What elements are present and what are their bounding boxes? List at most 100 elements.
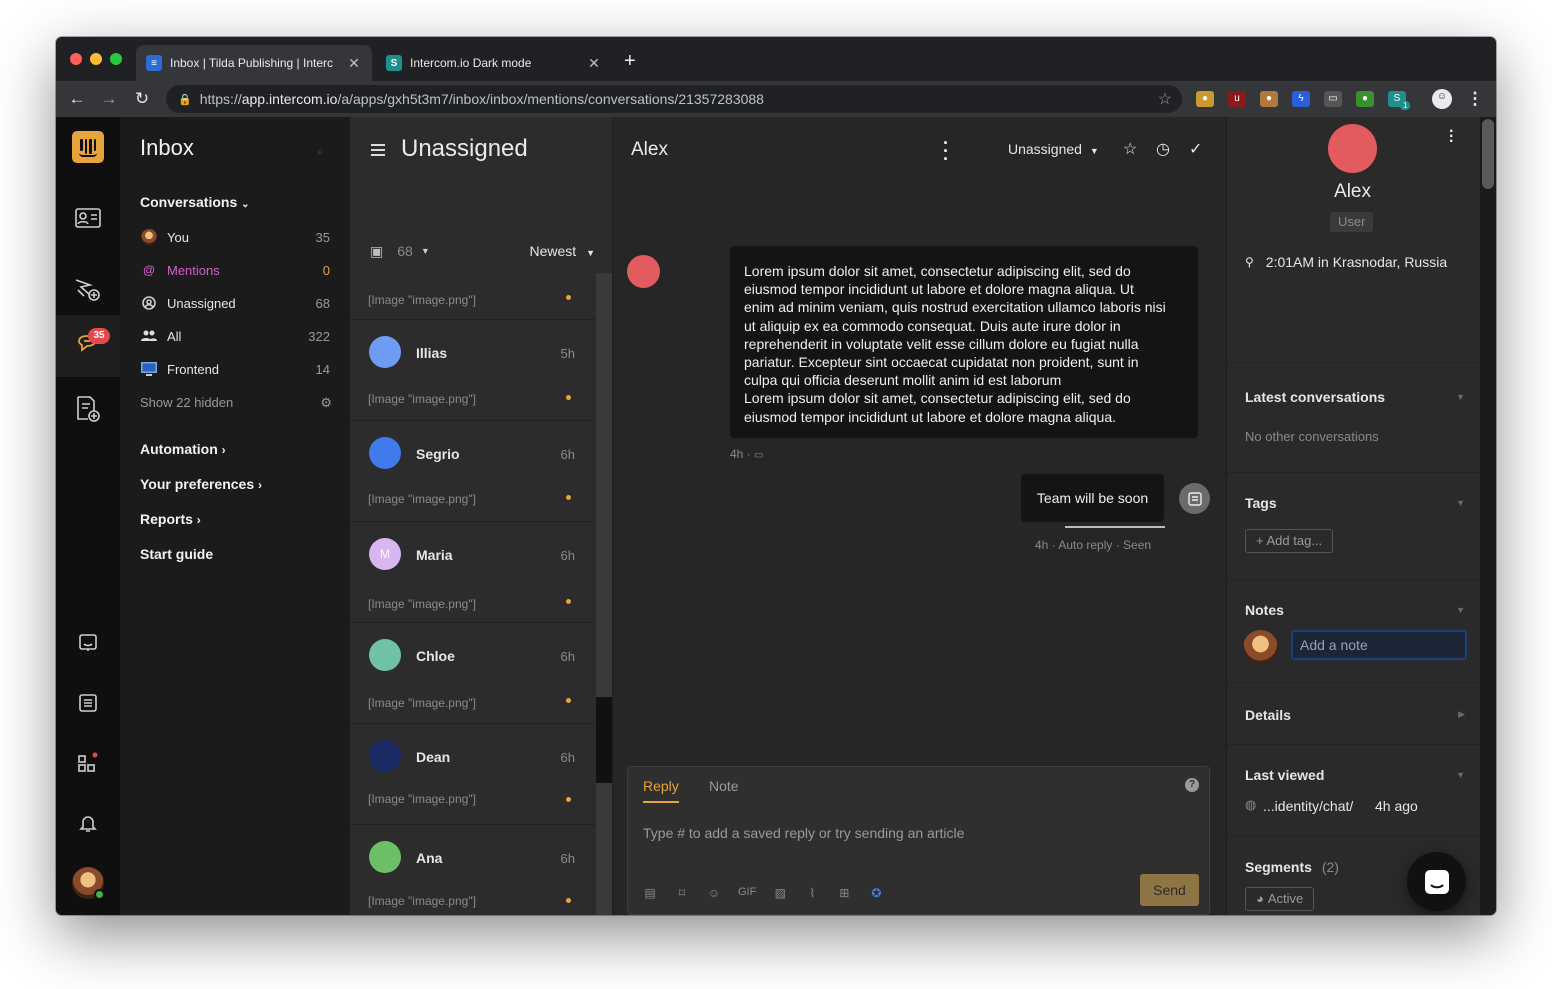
tab-title: Inbox | Tilda Publishing | Interc xyxy=(170,56,333,70)
latest-conversations-section: Latest conversations ▼ No other conversa… xyxy=(1227,362,1481,472)
chevron-right-icon: › xyxy=(196,513,201,527)
ublock-icon[interactable]: u xyxy=(1228,91,1246,107)
avatar xyxy=(369,437,401,469)
chevron-down-icon: ▼ xyxy=(1089,146,1099,156)
list-item[interactable]: [Image "image.png"] xyxy=(350,273,596,320)
nav-item-mentions[interactable]: @ Mentions 0 xyxy=(140,259,330,281)
chevron-down-icon[interactable]: ▼ xyxy=(1456,770,1465,780)
forward-icon[interactable]: → xyxy=(98,88,120,110)
hamburger-menu-icon[interactable] xyxy=(371,144,385,159)
side-scrollbar-thumb[interactable] xyxy=(1482,119,1494,189)
conversations-heading[interactable]: Conversations ⌄ xyxy=(140,194,250,210)
side-scrollbar[interactable] xyxy=(1480,117,1496,915)
list-item[interactable]: Dean 6h [Image "image.png"] xyxy=(350,725,596,825)
close-window-button[interactable] xyxy=(70,53,82,65)
url-field[interactable]: 🔒 https://app.intercom.io/a/apps/gxh5t3m… xyxy=(166,85,1182,113)
minimize-window-button[interactable] xyxy=(90,53,102,65)
segment-active-badge[interactable]: ◕ Active xyxy=(1245,887,1315,911)
extension-icon[interactable]: ● xyxy=(1196,91,1214,107)
article-icon[interactable]: ✪ xyxy=(868,886,884,900)
extension-icon[interactable]: ● xyxy=(1356,91,1374,107)
avatar xyxy=(369,639,401,671)
close-tab-icon[interactable]: ✕ xyxy=(586,55,602,72)
reply-input[interactable]: Type # to add a saved reply or try sendi… xyxy=(643,825,964,841)
conversation-contact-name[interactable]: Alex xyxy=(631,139,668,161)
reload-icon[interactable]: ↻ xyxy=(131,88,153,110)
send-button[interactable]: Send xyxy=(1140,874,1199,906)
help-icon[interactable]: ? xyxy=(1185,778,1199,792)
attachment-icon[interactable]: ⌇ xyxy=(804,886,820,900)
list-item[interactable]: Ana 6h [Image "image.png"] xyxy=(350,826,596,915)
list-item[interactable]: Illias 5h [Image "image.png"] xyxy=(350,321,596,421)
tab-note[interactable]: Note xyxy=(709,778,739,794)
nav-item-frontend[interactable]: Frontend 14 xyxy=(140,358,330,380)
list-item[interactable]: Chloe 6h [Image "image.png"] xyxy=(350,624,596,724)
search-icon[interactable]: ⌕ xyxy=(317,144,324,159)
book-icon[interactable] xyxy=(74,689,102,717)
notifications-icon[interactable] xyxy=(74,809,102,837)
messenger-launcher-button[interactable] xyxy=(1407,852,1466,911)
nav-section-reports[interactable]: Reports › xyxy=(140,511,201,527)
sort-dropdown[interactable]: Newest ▼ xyxy=(530,243,596,259)
assignee-dropdown[interactable]: Unassigned ▼ xyxy=(1008,141,1099,157)
conversation-view: Alex · · · Unassigned ▼ ☆ ◷ ✓ Lorem ipsum … xyxy=(613,117,1226,915)
image-icon[interactable]: ▨ xyxy=(772,886,788,900)
gear-icon[interactable]: ⚙ xyxy=(320,395,332,411)
tab-reply[interactable]: Reply xyxy=(643,778,679,803)
extension-icon[interactable]: ▭ xyxy=(1324,91,1342,107)
apps-icon[interactable] xyxy=(74,749,102,777)
nav-title: Inbox xyxy=(140,135,194,160)
browser-tab-inbox[interactable]: ≡ Inbox | Tilda Publishing | Interc ✕ xyxy=(136,45,372,81)
nav-section-automation[interactable]: Automation › xyxy=(140,441,226,457)
snooze-clock-icon[interactable]: ◷ xyxy=(1156,139,1170,159)
list-scrollbar[interactable] xyxy=(596,273,612,915)
nav-item-all[interactable]: All 322 xyxy=(140,325,330,347)
last-viewed-page[interactable]: ...identity/chat/ xyxy=(1263,798,1353,814)
nav-item-you[interactable]: You 35 xyxy=(140,226,330,248)
browser-menu-icon[interactable]: ⋮ xyxy=(1464,88,1486,110)
unread-dot xyxy=(566,495,571,500)
close-conversation-check-icon[interactable]: ✓ xyxy=(1189,139,1202,159)
profile-icon[interactable]: ☺ xyxy=(1432,89,1452,109)
messenger-icon[interactable] xyxy=(74,629,102,657)
list-count[interactable]: 68 xyxy=(397,243,413,259)
apps-icon[interactable]: ⊞ xyxy=(836,886,852,900)
star-icon[interactable]: ☆ xyxy=(1123,139,1137,159)
more-options-icon[interactable]: · · · xyxy=(943,134,949,168)
gif-icon[interactable]: GIF xyxy=(738,886,756,900)
chevron-down-icon[interactable]: ▼ xyxy=(1456,605,1465,615)
show-hidden-link[interactable]: Show 22 hidden ⚙ xyxy=(140,395,332,411)
intercom-logo-icon[interactable] xyxy=(72,131,104,163)
list-scrollbar-thumb[interactable] xyxy=(596,697,612,783)
cookie-icon[interactable]: ● xyxy=(1260,91,1278,107)
contacts-icon[interactable] xyxy=(74,204,102,232)
articles-icon[interactable] xyxy=(74,395,102,423)
url-scheme: https:// xyxy=(199,91,242,107)
chevron-down-icon[interactable]: ▼ xyxy=(1456,498,1465,508)
new-tab-button[interactable]: + xyxy=(624,51,636,71)
nav-section-preferences[interactable]: Your preferences › xyxy=(140,476,262,492)
close-tab-icon[interactable]: ✕ xyxy=(346,55,362,72)
back-icon[interactable]: ← xyxy=(66,88,88,110)
bookmark-icon[interactable]: ⌑ xyxy=(674,886,690,900)
maximize-window-button[interactable] xyxy=(110,53,122,65)
list-item[interactable]: M Maria 6h [Image "image.png"] xyxy=(350,523,596,623)
outbound-icon[interactable] xyxy=(74,275,102,303)
nav-section-start-guide[interactable]: Start guide xyxy=(140,546,213,562)
saved-reply-icon[interactable]: ▤ xyxy=(642,886,658,900)
chevron-down-icon[interactable]: ▼ xyxy=(1456,392,1465,402)
message-divider xyxy=(1065,526,1165,528)
emoji-icon[interactable]: ☺ xyxy=(706,886,722,900)
list-item[interactable]: Segrio 6h [Image "image.png"] xyxy=(350,422,596,522)
bookmark-star-icon[interactable]: ☆ xyxy=(1158,89,1172,109)
lightning-icon[interactable]: ϟ xyxy=(1292,91,1310,107)
nav-item-unassigned[interactable]: Unassigned 68 xyxy=(140,292,330,314)
add-tag-button[interactable]: + Add tag... xyxy=(1245,529,1334,553)
browser-tab-darkmode[interactable]: S Intercom.io Dark mode ✕ xyxy=(376,45,612,81)
add-note-input[interactable]: Add a note xyxy=(1291,630,1467,660)
more-options-icon[interactable]: · · · xyxy=(1449,124,1455,150)
chevron-down-icon[interactable]: ▼ xyxy=(421,246,430,256)
chevron-right-icon[interactable]: ▶ xyxy=(1458,709,1465,720)
inbox-tray-icon[interactable]: ▣ xyxy=(370,243,383,260)
conversation-header: Alex · · · Unassigned ▼ ☆ ◷ ✓ xyxy=(613,117,1226,181)
